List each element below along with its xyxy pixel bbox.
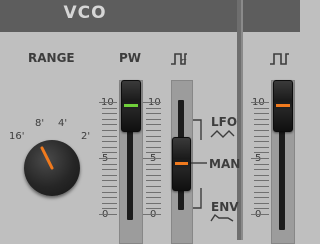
scale-tick [146,197,161,199]
scale-tick [146,130,161,131]
module-divider-highlight [241,0,243,240]
scale-tick [99,158,117,159]
scale-tick [143,214,161,215]
scale-tick [254,169,269,171]
scale-tick [102,208,117,210]
scale-tick [251,214,269,215]
scale-tick [102,174,117,176]
scale-tick [146,208,161,210]
pw-indicator-line [124,104,138,107]
range-position-16: 16' [9,131,25,142]
scale-tick [99,102,117,103]
scale-tick [146,146,161,148]
scale-tick [99,214,117,215]
scale-tick [254,130,269,131]
scale-tick [254,113,269,115]
scale-tick [102,107,117,109]
scale-tick [102,113,117,115]
scale-tick [254,180,269,182]
scale-tick [102,186,117,187]
pw-slider-handle[interactable] [121,80,141,132]
envelope-icon [210,213,234,222]
slider2-indicator-line [276,104,290,107]
scale-tick [143,158,161,159]
scale-tick [146,141,161,143]
scale-tick [102,141,117,143]
scale-tick [254,107,269,109]
slider2-slot [279,130,285,230]
scale-tick [102,124,117,126]
pulse-wave-icon-2 [270,53,289,65]
scale-tick [102,169,117,171]
scale-tick [146,118,161,120]
scale-tick [146,174,161,176]
scale-tick [254,146,269,148]
scale-tick [254,135,269,137]
scale-tick [146,169,161,171]
range-position-8: 8' [35,118,45,129]
scale-tick [102,202,117,204]
range-label: RANGE [28,51,75,65]
scale-tick [146,113,161,115]
scale-tick [102,163,117,165]
scale-tick [146,152,161,154]
scale-tick [102,118,117,120]
scale-tick [146,124,161,126]
scale-tick [146,191,161,193]
scale-tick [254,202,269,204]
scale-tick [254,186,269,187]
pw-label: PW [119,51,142,65]
slider2-handle[interactable] [273,80,293,132]
pwm-option-man: MAN [209,157,241,171]
scale-tick [254,163,269,165]
range-knob[interactable] [24,140,80,196]
pulse-wave-icon: ⌐ [171,53,187,65]
scale-tick [102,191,117,193]
scale-tick [102,146,117,148]
range-position-4: 4' [58,118,68,129]
scale-tick [143,102,161,103]
scale-tick [102,152,117,154]
scale-tick [254,124,269,126]
scale-tick [146,186,161,187]
scale-tick [146,135,161,137]
scale-tick [102,135,117,137]
scale-tick [254,174,269,176]
pw-slider-slot [127,130,133,220]
pwm-source-switch[interactable] [172,137,191,191]
scale-tick [146,202,161,204]
scale-tick [254,191,269,193]
pwm-option-lfo: LFO [211,115,238,129]
svg-text:⌐: ⌐ [181,56,187,64]
scale-tick [254,118,269,120]
scale-tick [254,208,269,210]
switch-indicator-line [175,162,188,165]
scale-tick [102,197,117,199]
scale-tick [146,163,161,165]
triangle-wave-icon [210,130,235,138]
scale-tick [146,107,161,109]
scale-tick [254,152,269,154]
range-position-2: 2' [81,131,91,142]
scale-tick [254,197,269,199]
switch-bracket [191,119,207,209]
scale-tick [251,102,269,103]
scale-tick [102,180,117,182]
scale-tick [146,180,161,182]
knob-pointer [40,146,54,170]
scale-tick [254,141,269,143]
pwm-option-env: ENV [211,200,239,214]
module-title: VCO [63,3,107,23]
scale-tick [251,158,269,159]
scale-tick [102,130,117,131]
